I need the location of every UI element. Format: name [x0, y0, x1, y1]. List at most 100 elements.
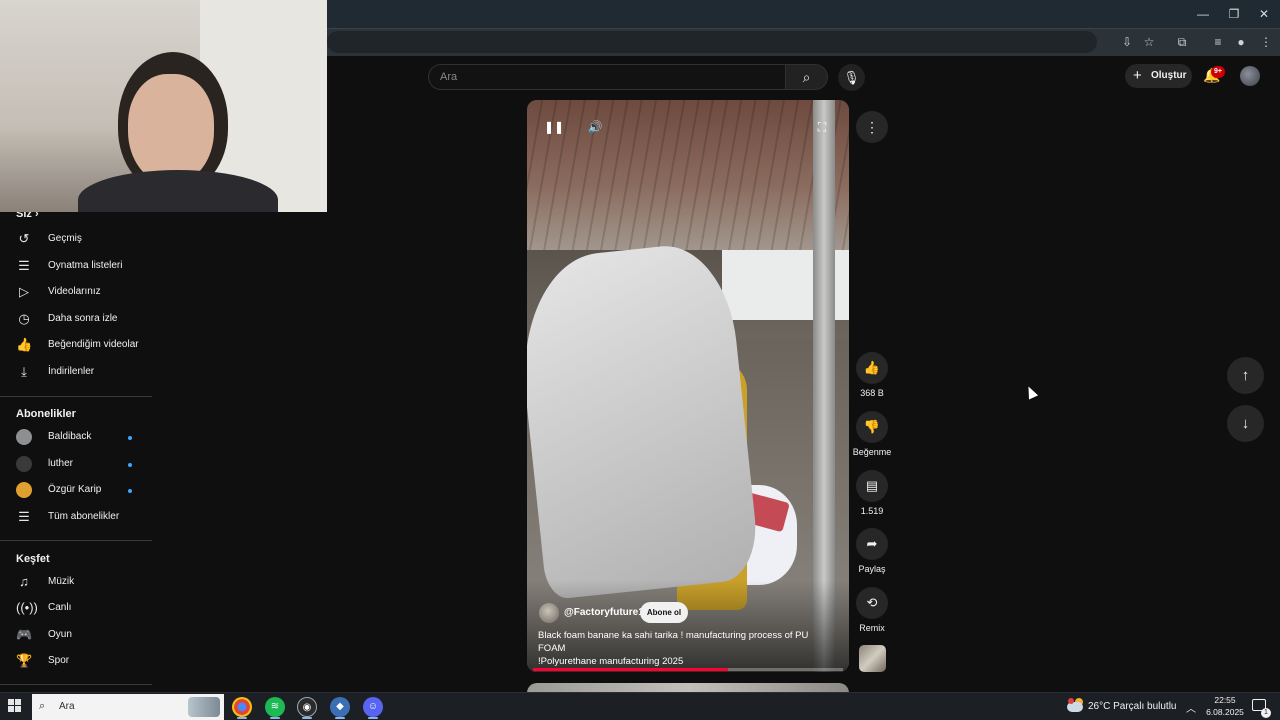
active-app-indicator	[335, 717, 345, 719]
restore-button[interactable]: ❐	[1226, 6, 1242, 22]
sidebar-item-gaming[interactable]: 🎮 Oyun	[0, 623, 152, 649]
channel-name[interactable]: @Factoryfuture1	[564, 607, 644, 618]
new-content-dot	[128, 436, 132, 440]
weather-icon[interactable]	[1067, 698, 1083, 714]
your-videos-icon: ▷	[19, 284, 29, 299]
comment-icon: ▤	[865, 478, 879, 493]
comment-count: 1.519	[860, 506, 884, 516]
thumbs-up-icon: 👍	[863, 360, 881, 375]
clock-date[interactable]: 6.08.2025	[1204, 707, 1246, 717]
search-input[interactable]: Ara	[428, 64, 786, 90]
video-title-line: Black foam banane ka sahi tarika ! manuf…	[538, 630, 809, 654]
next-short-button[interactable]: ↓	[1227, 405, 1264, 442]
sidebar-divider	[0, 540, 152, 541]
search-highlight-icon	[188, 697, 220, 717]
notification-count: 1	[1261, 708, 1271, 718]
search-icon: ⌕	[802, 69, 811, 85]
windows-start-icon[interactable]	[8, 699, 22, 713]
chrome-icon[interactable]	[232, 697, 252, 717]
sidebar-item-subscription[interactable]: Özgür Karip	[0, 478, 152, 504]
dislike-button[interactable]: 👎	[856, 411, 888, 443]
sidebar-explore-title: Keşfet	[16, 553, 50, 565]
address-bar[interactable]	[327, 31, 1097, 53]
previous-short-button[interactable]: ↑	[1227, 357, 1264, 394]
thumbs-down-icon: 👎	[863, 419, 881, 434]
discord-icon[interactable]: ☺	[363, 697, 383, 717]
more-options-button[interactable]: ⋮	[856, 111, 888, 143]
create-label: Oluştur	[1151, 70, 1187, 81]
remix-icon: ⟲	[866, 595, 878, 610]
plus-icon: +	[1133, 67, 1142, 84]
like-button[interactable]: 👍	[856, 352, 888, 384]
shorts-video-player[interactable]	[527, 100, 849, 672]
search-icon: ⌕	[39, 700, 46, 712]
sidebar-item-all-subscriptions[interactable]: ☰ Tüm abonelikler	[0, 505, 152, 531]
clock-time[interactable]: 22:55	[1206, 695, 1244, 705]
progress-fill	[533, 668, 729, 671]
notification-badge: 9+	[1211, 66, 1225, 78]
active-app-indicator	[302, 717, 312, 719]
sidebar-item-liked-videos[interactable]: 👍 Beğendiğim videolar	[0, 333, 152, 359]
sidebar-item-subscription[interactable]: luther	[0, 452, 152, 478]
browser-menu-icon[interactable]: ⋮	[1258, 34, 1274, 50]
sidebar-item-music[interactable]: ♫ Müzik	[0, 570, 152, 596]
sidebar-item-label: Müzik	[48, 576, 75, 587]
sidebar-item-label: Beğendiğim videolar	[48, 339, 139, 350]
sidebar-item-history[interactable]: ↺ Geçmiş	[0, 227, 152, 253]
history-icon: ↺	[18, 231, 30, 246]
thumbs-up-icon: 👍	[16, 337, 33, 352]
minimize-button[interactable]: —	[1195, 6, 1211, 22]
fullscreen-icon[interactable]: ⛶	[812, 117, 832, 137]
channel-avatar[interactable]	[539, 603, 559, 623]
share-label: Paylaş	[858, 564, 886, 574]
sidebar-item-label: Özgür Karip	[48, 484, 102, 495]
chevron-up-icon[interactable]: ︿	[1186, 700, 1196, 715]
share-button[interactable]: ➦	[856, 528, 888, 560]
sidebar-item-label: luther	[48, 458, 74, 469]
bookmark-star-icon[interactable]: ☆	[1141, 34, 1157, 50]
mouse-cursor	[1023, 384, 1039, 400]
browser-profile-icon[interactable]: ●	[1233, 34, 1249, 50]
subscribe-button[interactable]: Abone ol	[640, 602, 688, 623]
search-button[interactable]: ⌕	[786, 64, 828, 90]
avatar[interactable]	[1240, 66, 1260, 86]
sidebar-item-your-videos[interactable]: ▷ Videolarınız	[0, 280, 152, 306]
volume-icon[interactable]: 🔊	[585, 117, 605, 137]
taskbar-search-placeholder: Ara	[59, 701, 75, 712]
sidebar-item-label: Geçmiş	[48, 233, 82, 244]
search-placeholder: Ara	[440, 71, 458, 83]
obs-icon[interactable]: ◉	[297, 697, 317, 717]
video-title-line: !Polyurethane manufacturing 2025	[538, 656, 684, 667]
live-icon: ((•))	[16, 600, 38, 615]
sidebar-item-label: Oyun	[48, 629, 72, 640]
install-app-icon[interactable]: ⇩	[1119, 34, 1135, 50]
app-icon[interactable]: ◆	[330, 697, 350, 717]
weather-text[interactable]: 26°C Parçalı bulutlu	[1088, 701, 1177, 712]
video-title[interactable]: Black foam banane ka sahi tarika ! manuf…	[538, 629, 838, 668]
taskbar-search-input[interactable]: ⌕ Ara	[32, 694, 224, 720]
comments-button[interactable]: ▤	[856, 470, 888, 502]
close-button[interactable]: ✕	[1256, 6, 1272, 22]
sidebar-item-subscription[interactable]: Baldiback	[0, 425, 152, 451]
sound-thumbnail[interactable]	[859, 645, 886, 672]
sidebar-item-live[interactable]: ((•)) Canlı	[0, 596, 152, 622]
media-control-icon[interactable]: ≡	[1210, 34, 1226, 50]
watch-later-icon: ◷	[18, 311, 30, 326]
pause-icon[interactable]: ❚❚	[544, 117, 564, 137]
remix-label: Remix	[859, 623, 885, 633]
spotify-icon[interactable]: ≋	[265, 697, 285, 717]
music-icon: ♫	[19, 574, 29, 589]
create-button[interactable]: + Oluştur	[1125, 64, 1192, 88]
sidebar-item-downloads[interactable]: ⤓ İndirilenler	[0, 360, 152, 386]
dislike-label: Beğenme	[852, 447, 892, 457]
voice-search-button[interactable]: 🎙	[838, 64, 865, 91]
remix-button[interactable]: ⟲	[856, 587, 888, 619]
sidebar-item-playlists[interactable]: ☰ Oynatma listeleri	[0, 254, 152, 280]
arrow-down-icon: ↓	[1241, 415, 1250, 432]
webcam-overlay	[0, 0, 327, 212]
channel-avatar	[16, 482, 32, 498]
extensions-icon[interactable]: ⧉	[1174, 34, 1190, 50]
sidebar-item-watch-later[interactable]: ◷ Daha sonra izle	[0, 307, 152, 333]
sidebar-item-sports[interactable]: 🏆 Spor	[0, 649, 152, 675]
sidebar-item-label: Canlı	[48, 602, 72, 613]
